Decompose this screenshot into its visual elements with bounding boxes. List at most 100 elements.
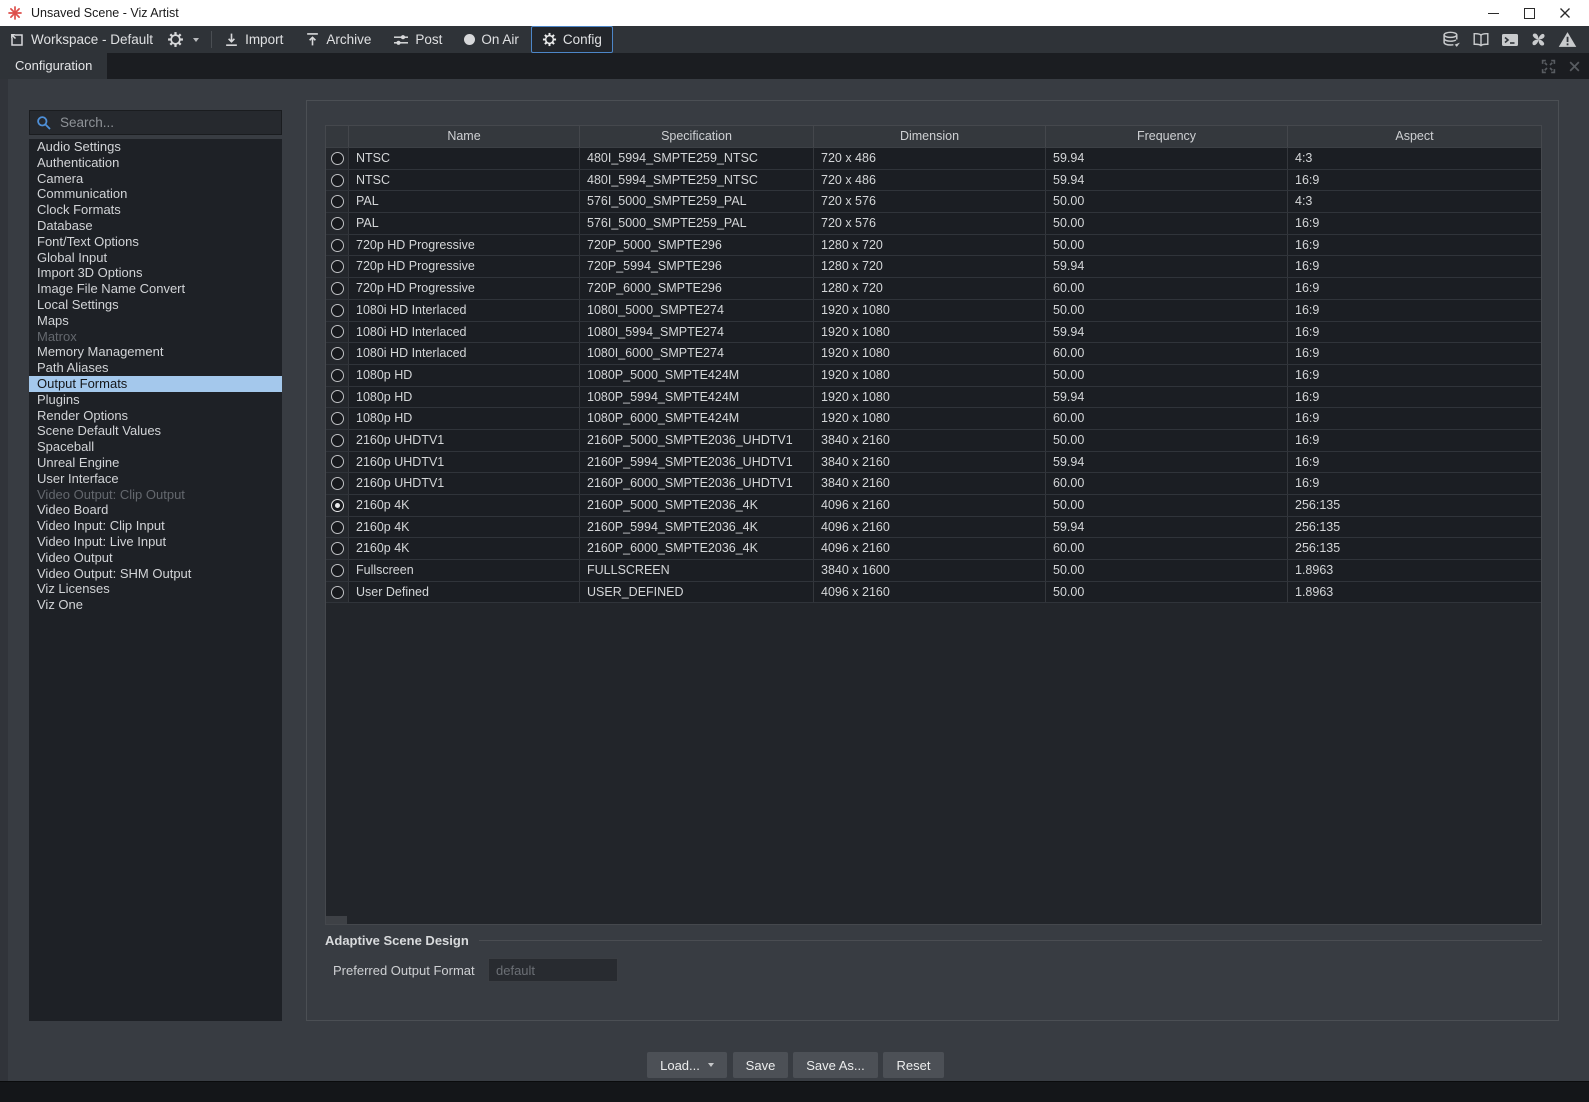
- sidebar-item-render-options[interactable]: Render Options: [29, 408, 282, 424]
- table-row[interactable]: FullscreenFULLSCREEN3840 x 160050.001.89…: [326, 560, 1541, 582]
- format-radio[interactable]: [331, 477, 344, 490]
- format-radio[interactable]: [331, 586, 344, 599]
- table-row[interactable]: NTSC480I_5994_SMPTE259_NTSC720 x 48659.9…: [326, 170, 1541, 192]
- table-row[interactable]: PAL576I_5000_SMPTE259_PAL720 x 57650.001…: [326, 213, 1541, 235]
- save-button[interactable]: Save: [733, 1052, 788, 1078]
- table-row[interactable]: 1080p HD1080P_5000_SMPTE424M1920 x 10805…: [326, 365, 1541, 387]
- close-button[interactable]: [1547, 0, 1583, 26]
- sidebar-item-spaceball[interactable]: Spaceball: [29, 439, 282, 455]
- sidebar-item-maps[interactable]: Maps: [29, 313, 282, 329]
- sidebar-item-database[interactable]: Database: [29, 218, 282, 234]
- format-radio[interactable]: [331, 174, 344, 187]
- table-row[interactable]: PAL576I_5000_SMPTE259_PAL720 x 57650.004…: [326, 191, 1541, 213]
- search-input[interactable]: [58, 114, 275, 131]
- sidebar-item-global-input[interactable]: Global Input: [29, 250, 282, 266]
- sidebar-item-authentication[interactable]: Authentication: [29, 155, 282, 171]
- minimize-button[interactable]: [1475, 0, 1511, 26]
- sidebar-item-plugins[interactable]: Plugins: [29, 392, 282, 408]
- format-radio[interactable]: [331, 412, 344, 425]
- table-row[interactable]: 2160p UHDTV12160P_6000_SMPTE2036_UHDTV13…: [326, 473, 1541, 495]
- preferred-output-format-input[interactable]: [488, 958, 618, 982]
- format-radio[interactable]: [331, 239, 344, 252]
- format-radio[interactable]: [331, 282, 344, 295]
- sidebar-item-video-output-clip-output[interactable]: Video Output: Clip Output: [29, 487, 282, 503]
- maximize-button[interactable]: [1511, 0, 1547, 26]
- sidebar-item-matrox[interactable]: Matrox: [29, 329, 282, 345]
- settings-menu-button[interactable]: [163, 29, 203, 50]
- table-row[interactable]: 2160p 4K2160P_5994_SMPTE2036_4K4096 x 21…: [326, 517, 1541, 539]
- sidebar-item-video-output[interactable]: Video Output: [29, 550, 282, 566]
- tab-configuration[interactable]: Configuration: [0, 53, 107, 79]
- load-label: Load...: [660, 1058, 700, 1073]
- table-row[interactable]: 1080p HD1080P_5994_SMPTE424M1920 x 10805…: [326, 387, 1541, 409]
- archive-button[interactable]: Archive: [301, 29, 375, 50]
- format-radio[interactable]: [331, 217, 344, 230]
- database-icon[interactable]: [1442, 31, 1461, 48]
- warning-icon[interactable]: [1558, 31, 1577, 48]
- table-row[interactable]: 720p HD Progressive720P_5994_SMPTE296128…: [326, 256, 1541, 278]
- sidebar-item-output-formats[interactable]: Output Formats: [29, 376, 282, 392]
- sidebar-item-memory-management[interactable]: Memory Management: [29, 344, 282, 360]
- import-button[interactable]: Import: [220, 29, 287, 50]
- table-row[interactable]: 1080i HD Interlaced1080I_6000_SMPTE27419…: [326, 343, 1541, 365]
- sidebar-item-audio-settings[interactable]: Audio Settings: [29, 139, 282, 155]
- table-row[interactable]: 2160p UHDTV12160P_5000_SMPTE2036_UHDTV13…: [326, 430, 1541, 452]
- table-row[interactable]: 720p HD Progressive720P_6000_SMPTE296128…: [326, 278, 1541, 300]
- sidebar-item-image-file-name-convert[interactable]: Image File Name Convert: [29, 281, 282, 297]
- table-row[interactable]: User DefinedUSER_DEFINED4096 x 216050.00…: [326, 582, 1541, 604]
- format-radio[interactable]: [331, 152, 344, 165]
- sidebar-item-path-aliases[interactable]: Path Aliases: [29, 360, 282, 376]
- load-button[interactable]: Load...: [647, 1052, 727, 1078]
- save-as-button[interactable]: Save As...: [793, 1052, 878, 1078]
- format-radio[interactable]: [331, 325, 344, 338]
- archive-label: Archive: [326, 32, 371, 47]
- sidebar-item-video-board[interactable]: Video Board: [29, 502, 282, 518]
- table-row[interactable]: 1080p HD1080P_6000_SMPTE424M1920 x 10806…: [326, 408, 1541, 430]
- sidebar-item-scene-default-values[interactable]: Scene Default Values: [29, 423, 282, 439]
- table-row[interactable]: 1080i HD Interlaced1080I_5000_SMPTE27419…: [326, 300, 1541, 322]
- format-radio[interactable]: [331, 390, 344, 403]
- sidebar-item-video-output-shm-output[interactable]: Video Output: SHM Output: [29, 566, 282, 582]
- format-radio[interactable]: [331, 434, 344, 447]
- post-button[interactable]: Post: [389, 29, 446, 50]
- sidebar-item-viz-licenses[interactable]: Viz Licenses: [29, 581, 282, 597]
- config-button[interactable]: Config: [531, 26, 613, 53]
- sidebar-item-communication[interactable]: Communication: [29, 186, 282, 202]
- table-row[interactable]: 2160p 4K2160P_5000_SMPTE2036_4K4096 x 21…: [326, 495, 1541, 517]
- format-radio[interactable]: [331, 304, 344, 317]
- sidebar-item-import-3d-options[interactable]: Import 3D Options: [29, 265, 282, 281]
- sidebar-item-unreal-engine[interactable]: Unreal Engine: [29, 455, 282, 471]
- header-specification: Specification: [579, 126, 813, 147]
- sidebar-item-clock-formats[interactable]: Clock Formats: [29, 202, 282, 218]
- sidebar-item-user-interface[interactable]: User Interface: [29, 471, 282, 487]
- table-row[interactable]: 1080i HD Interlaced1080I_5994_SMPTE27419…: [326, 322, 1541, 344]
- sidebar-item-font-text-options[interactable]: Font/Text Options: [29, 234, 282, 250]
- workspace-menu[interactable]: Workspace - Default: [5, 29, 157, 50]
- table-row[interactable]: 2160p 4K2160P_6000_SMPTE2036_4K4096 x 21…: [326, 538, 1541, 560]
- format-radio[interactable]: [331, 542, 344, 555]
- table-row[interactable]: 2160p UHDTV12160P_5994_SMPTE2036_UHDTV13…: [326, 452, 1541, 474]
- table-row[interactable]: 720p HD Progressive720P_5000_SMPTE296128…: [326, 235, 1541, 257]
- format-radio-selected[interactable]: [331, 499, 344, 512]
- format-radio[interactable]: [331, 195, 344, 208]
- sidebar-item-video-input-live-input[interactable]: Video Input: Live Input: [29, 534, 282, 550]
- reset-button[interactable]: Reset: [883, 1052, 944, 1078]
- format-radio[interactable]: [331, 521, 344, 534]
- sidebar-item-local-settings[interactable]: Local Settings: [29, 297, 282, 313]
- console-icon[interactable]: [1501, 33, 1519, 47]
- close-tab-icon[interactable]: [1568, 60, 1581, 73]
- format-radio[interactable]: [331, 455, 344, 468]
- import-label: Import: [245, 32, 283, 47]
- format-radio[interactable]: [331, 564, 344, 577]
- sidebar-item-camera[interactable]: Camera: [29, 171, 282, 187]
- table-row[interactable]: NTSC480I_5994_SMPTE259_NTSC720 x 48659.9…: [326, 148, 1541, 170]
- documentation-book-icon[interactable]: [1472, 32, 1490, 47]
- sidebar-item-video-input-clip-input[interactable]: Video Input: Clip Input: [29, 518, 282, 534]
- on-air-button[interactable]: On Air: [460, 29, 523, 50]
- format-radio[interactable]: [331, 347, 344, 360]
- format-radio[interactable]: [331, 260, 344, 273]
- sidebar-item-viz-one[interactable]: Viz One: [29, 597, 282, 613]
- expand-icon[interactable]: [1541, 59, 1556, 74]
- format-radio[interactable]: [331, 369, 344, 382]
- fan-spinner-icon[interactable]: [1530, 31, 1547, 48]
